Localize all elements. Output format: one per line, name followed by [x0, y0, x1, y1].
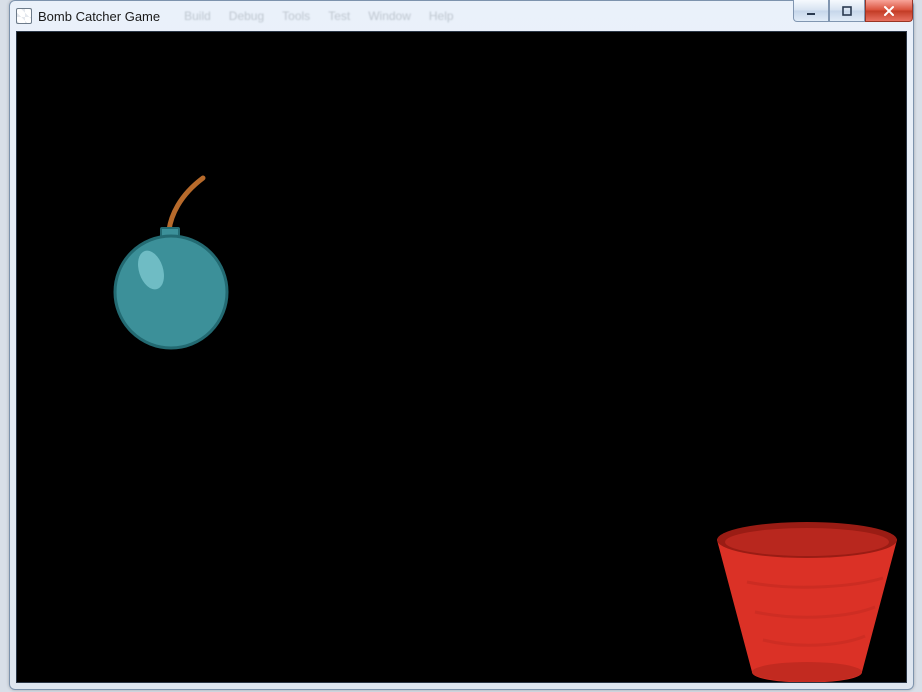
ghost-menu-item: Test: [328, 9, 350, 23]
app-window: Bomb Catcher Game Build Debug Tools Test…: [9, 0, 914, 690]
background-menu-ghost: Build Debug Tools Test Window Help: [184, 9, 453, 23]
ghost-menu-item: Help: [429, 9, 454, 23]
titlebar[interactable]: Bomb Catcher Game Build Debug Tools Test…: [10, 1, 913, 31]
ghost-menu-item: Window: [368, 9, 411, 23]
bucket-icon: [707, 512, 907, 683]
window-controls: [793, 0, 913, 22]
game-client-area[interactable]: [16, 31, 907, 683]
minimize-icon: [805, 5, 817, 17]
bucket-sprite[interactable]: [707, 512, 907, 683]
ghost-menu-item: Tools: [282, 9, 310, 23]
maximize-icon: [841, 5, 853, 17]
ghost-menu-item: Build: [184, 9, 211, 23]
close-icon: [882, 5, 896, 17]
bomb-icon: [113, 172, 253, 352]
bomb-sprite: [113, 172, 253, 355]
app-icon: [16, 8, 32, 24]
maximize-button[interactable]: [829, 0, 865, 22]
game-surface[interactable]: [17, 32, 906, 682]
ghost-menu-item: Debug: [229, 9, 264, 23]
close-button[interactable]: [865, 0, 913, 22]
window-title: Bomb Catcher Game: [38, 9, 160, 24]
minimize-button[interactable]: [793, 0, 829, 22]
